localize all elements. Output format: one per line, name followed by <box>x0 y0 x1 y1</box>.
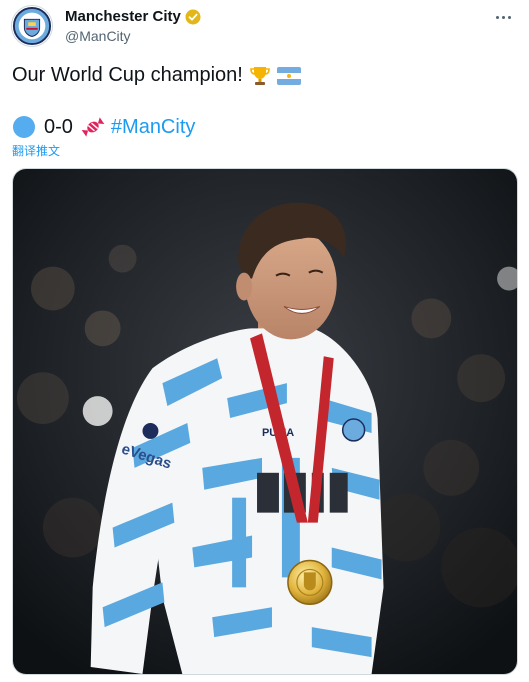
tweet-card: Manchester City @ManCity Our World Cup c… <box>0 0 529 682</box>
tweet-photo[interactable]: eVegas PUMA <box>12 168 518 675</box>
hashtag-link[interactable]: #ManCity <box>111 116 195 139</box>
blue-circle-emoji <box>13 116 35 138</box>
verified-badge-icon <box>185 9 201 24</box>
translate-tweet-link[interactable]: 翻译推文 <box>12 142 60 159</box>
tweet-text-line-1: Our World Cup champion! <box>12 64 301 87</box>
trophy-emoji <box>250 66 270 85</box>
more-options-icon[interactable] <box>491 8 515 26</box>
club-crest-icon <box>12 6 52 46</box>
score-text: 0-0 <box>44 115 73 138</box>
tweet-text-line-2: 0-0 #ManCity <box>12 115 195 139</box>
argentina-flag-emoji <box>276 66 301 85</box>
author-name-row: Manchester City <box>65 8 201 25</box>
candy-emoji <box>81 117 105 137</box>
author-display-name[interactable]: Manchester City <box>65 8 181 25</box>
author-avatar[interactable] <box>11 5 53 47</box>
tweet-text: Our World Cup champion! <box>12 64 243 86</box>
player-with-gold-medal-photo: eVegas PUMA <box>13 169 517 674</box>
author-handle[interactable]: @ManCity <box>65 28 131 44</box>
